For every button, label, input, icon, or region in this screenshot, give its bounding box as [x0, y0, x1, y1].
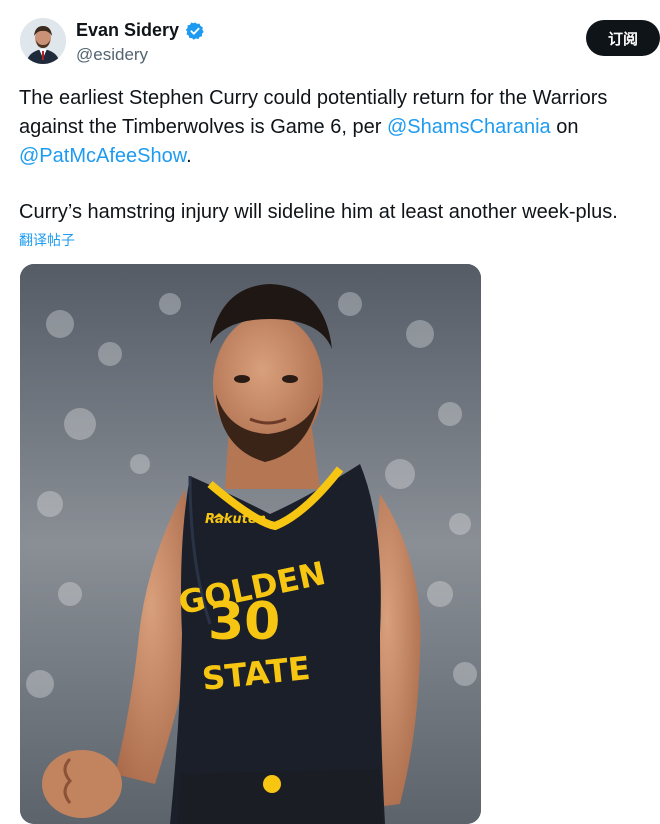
jersey-number: 30	[208, 592, 280, 652]
mention-link-shams[interactable]: @ShamsCharania	[387, 116, 551, 138]
subscribe-button[interactable]: 订阅	[586, 20, 660, 56]
tweet-text-segment: .	[186, 145, 192, 167]
person-avatar-icon	[20, 18, 66, 64]
jersey-sponsor: Rakuten	[205, 512, 266, 527]
avatar[interactable]	[20, 18, 66, 64]
author-handle[interactable]: @esidery	[76, 45, 148, 65]
tweet-paragraph-2: Curry’s hamstring injury will sideline h…	[19, 201, 618, 223]
tweet-text: The earliest Stephen Curry could potenti…	[19, 84, 649, 227]
tweet-media-image[interactable]: Rakuten GOLDEN 30 STATE	[20, 264, 481, 824]
verified-badge-icon	[185, 21, 204, 40]
tweet-text-segment: on	[550, 116, 579, 138]
author-name-row[interactable]: Evan Sidery	[76, 20, 205, 41]
tweet-paragraph-1: The earliest Stephen Curry could potenti…	[19, 84, 649, 171]
translate-post-link[interactable]: 翻译帖子	[19, 230, 75, 250]
author-name[interactable]: Evan Sidery	[76, 20, 179, 41]
player-photo: Rakuten GOLDEN 30 STATE	[20, 264, 481, 824]
mention-link-pat-mcafee[interactable]: @PatMcAfeeShow	[19, 145, 186, 167]
